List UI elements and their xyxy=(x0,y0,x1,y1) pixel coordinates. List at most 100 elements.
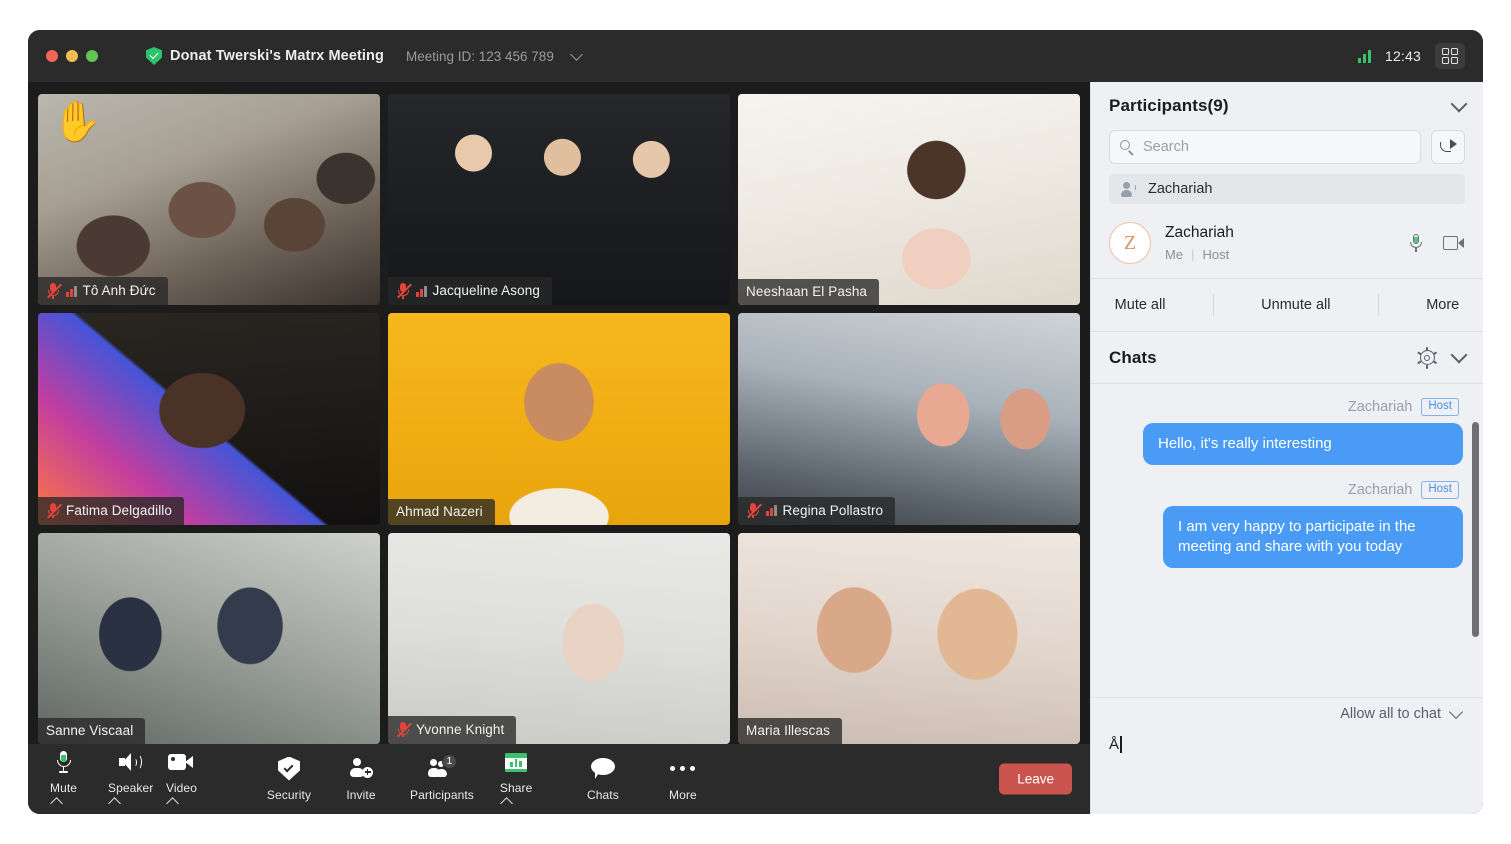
video-tile[interactable]: Sanne Viscaal xyxy=(38,532,380,744)
leave-button[interactable]: Leave xyxy=(999,763,1072,795)
more-dots-icon xyxy=(670,757,696,781)
participant-name-bar: Ahmad Nazeri xyxy=(388,498,495,525)
video-tile[interactable]: Yvonne Knight xyxy=(388,532,730,744)
participant-tile-name: Neeshaan El Pasha xyxy=(746,284,868,300)
speaker-button[interactable]: Speaker xyxy=(102,750,160,810)
microphone-muted-icon xyxy=(46,502,62,519)
chats-panel-header: Chats xyxy=(1091,332,1483,384)
person-speaking-icon xyxy=(1121,181,1138,197)
participants-search-row xyxy=(1091,130,1483,174)
chat-message-bubble: Hello, it's really interesting xyxy=(1143,422,1463,465)
chats-collapse-chevron-down-icon[interactable] xyxy=(1450,346,1468,364)
video-tile[interactable]: Maria Illescas xyxy=(738,532,1080,744)
allow-chat-chevron-down-icon[interactable] xyxy=(1448,704,1464,719)
participants-panel-title: Participants(9) xyxy=(1109,96,1229,115)
window-traffic-lights[interactable] xyxy=(46,50,98,62)
zoom-meeting-window: Donat Twerski's Matrx Meeting Meeting ID… xyxy=(28,30,1483,814)
participants-more-button[interactable]: More xyxy=(1426,297,1459,313)
participant-roles: Me | Host xyxy=(1165,247,1395,262)
video-tile[interactable]: Jacqueline Asong xyxy=(388,94,730,306)
participant-video-feed xyxy=(38,313,380,525)
invite-button[interactable]: Invite xyxy=(332,757,390,802)
speaker-options-caret-icon[interactable] xyxy=(108,797,121,810)
chat-message-meta: Zachariah Host xyxy=(1107,398,1463,416)
verified-shield-icon xyxy=(146,47,162,65)
invite-share-button[interactable] xyxy=(1431,130,1465,164)
chat-message-bubble: I am very happy to participate in the me… xyxy=(1163,505,1463,569)
speaker-button-label: Speaker xyxy=(108,781,154,795)
window-titlebar: Donat Twerski's Matrx Meeting Meeting ID… xyxy=(28,30,1483,82)
share-arrow-icon xyxy=(1439,139,1457,155)
mute-button[interactable]: Mute xyxy=(44,750,102,810)
video-tile-grid: ✋ Tô Anh Đức Jacqueline Asong Neeshaan El P… xyxy=(28,82,1090,744)
security-button[interactable]: Security xyxy=(260,756,318,802)
unmute-all-button[interactable]: Unmute all xyxy=(1261,297,1330,313)
avatar: Z xyxy=(1109,222,1151,264)
share-button[interactable]: Share xyxy=(494,750,552,810)
invite-person-icon xyxy=(349,757,373,781)
security-button-label: Security xyxy=(266,787,312,802)
maximize-window-button[interactable] xyxy=(86,50,98,62)
chat-compose-area[interactable]: Å xyxy=(1091,728,1483,814)
mute-options-caret-icon[interactable] xyxy=(50,797,63,810)
participant-video-feed xyxy=(738,313,1080,525)
participant-video-feed xyxy=(38,532,380,744)
participant-microphone-icon[interactable] xyxy=(1409,233,1423,253)
participant-name-bar: Jacqueline Asong xyxy=(388,277,552,306)
chat-message: Zachariah Host I am very happy to particip… xyxy=(1107,480,1463,569)
participants-collapse-chevron-down-icon[interactable] xyxy=(1450,95,1468,112)
role-separator: | xyxy=(1191,247,1195,262)
participants-badge: 1 xyxy=(441,753,457,769)
more-button-label: More xyxy=(669,787,697,802)
status-badge: Host xyxy=(1421,480,1459,499)
participant-tile-name: Fatima Delgadillo xyxy=(66,502,172,518)
chats-button[interactable]: Chats xyxy=(574,757,632,802)
microphone-muted-icon xyxy=(746,502,762,519)
role-me-label: Me xyxy=(1165,247,1184,262)
search-input[interactable] xyxy=(1143,139,1410,155)
gear-icon[interactable] xyxy=(1417,346,1437,369)
video-tile[interactable]: ✋ Tô Anh Đức xyxy=(38,94,380,306)
video-tile[interactable]: Regina Pollastro xyxy=(738,313,1080,525)
minimize-window-button[interactable] xyxy=(66,50,78,62)
participant-name-bar: Sanne Viscaal xyxy=(38,717,146,744)
participant-tile-name: Maria Illescas xyxy=(746,722,830,738)
participant-row-me[interactable]: Z Zachariah Me | Host xyxy=(1091,212,1483,278)
video-options-caret-icon[interactable] xyxy=(166,797,179,810)
chat-compose-text: Å xyxy=(1109,736,1465,753)
close-window-button[interactable] xyxy=(46,50,58,62)
video-tile[interactable]: Neeshaan El Pasha xyxy=(738,94,1080,306)
video-tile[interactable]: Ahmad Nazeri xyxy=(388,313,730,525)
chat-scrollbar[interactable] xyxy=(1472,422,1479,637)
participants-search-box[interactable] xyxy=(1109,130,1421,164)
role-host-label: Host xyxy=(1202,247,1230,262)
mute-all-button[interactable]: Mute all xyxy=(1115,297,1166,313)
grid-view-icon[interactable] xyxy=(1435,43,1465,69)
participants-action-bar: Mute all Unmute all More xyxy=(1091,278,1483,332)
participant-camera-icon[interactable] xyxy=(1443,236,1465,250)
network-signal-icon xyxy=(416,285,427,297)
allow-all-to-chat-row[interactable]: Allow all to chat xyxy=(1091,697,1483,728)
text-caret xyxy=(1120,736,1122,753)
more-button[interactable]: More xyxy=(654,757,712,802)
raised-hand-icon: ✋ xyxy=(52,100,102,144)
chevron-down-icon[interactable] xyxy=(569,47,583,61)
video-button-label: Video xyxy=(166,781,197,795)
chats-button-label: Chats xyxy=(586,787,619,802)
chat-message-author: Zachariah xyxy=(1347,481,1413,498)
participant-tile-name: Sanne Viscaal xyxy=(46,722,134,738)
participant-name: Zachariah xyxy=(1165,224,1234,241)
video-tile[interactable]: Fatima Delgadillo xyxy=(38,313,380,525)
shield-icon xyxy=(278,756,300,781)
participant-name-bar: Neeshaan El Pasha xyxy=(738,279,880,306)
share-options-caret-icon[interactable] xyxy=(500,797,513,810)
page-title: Donat Twerski's Matrx Meeting xyxy=(170,48,384,64)
participant-tile-name: Jacqueline Asong xyxy=(432,283,540,299)
video-button[interactable]: Video xyxy=(160,750,218,810)
participants-panel-header: Participants(9) xyxy=(1091,82,1483,130)
participants-button[interactable]: 1 Participants xyxy=(404,753,480,802)
chat-compose-value: Å xyxy=(1109,736,1120,753)
microphone-icon xyxy=(56,750,72,774)
mute-button-label: Mute xyxy=(50,781,78,795)
speaking-now-row: Zachariah xyxy=(1109,174,1465,204)
